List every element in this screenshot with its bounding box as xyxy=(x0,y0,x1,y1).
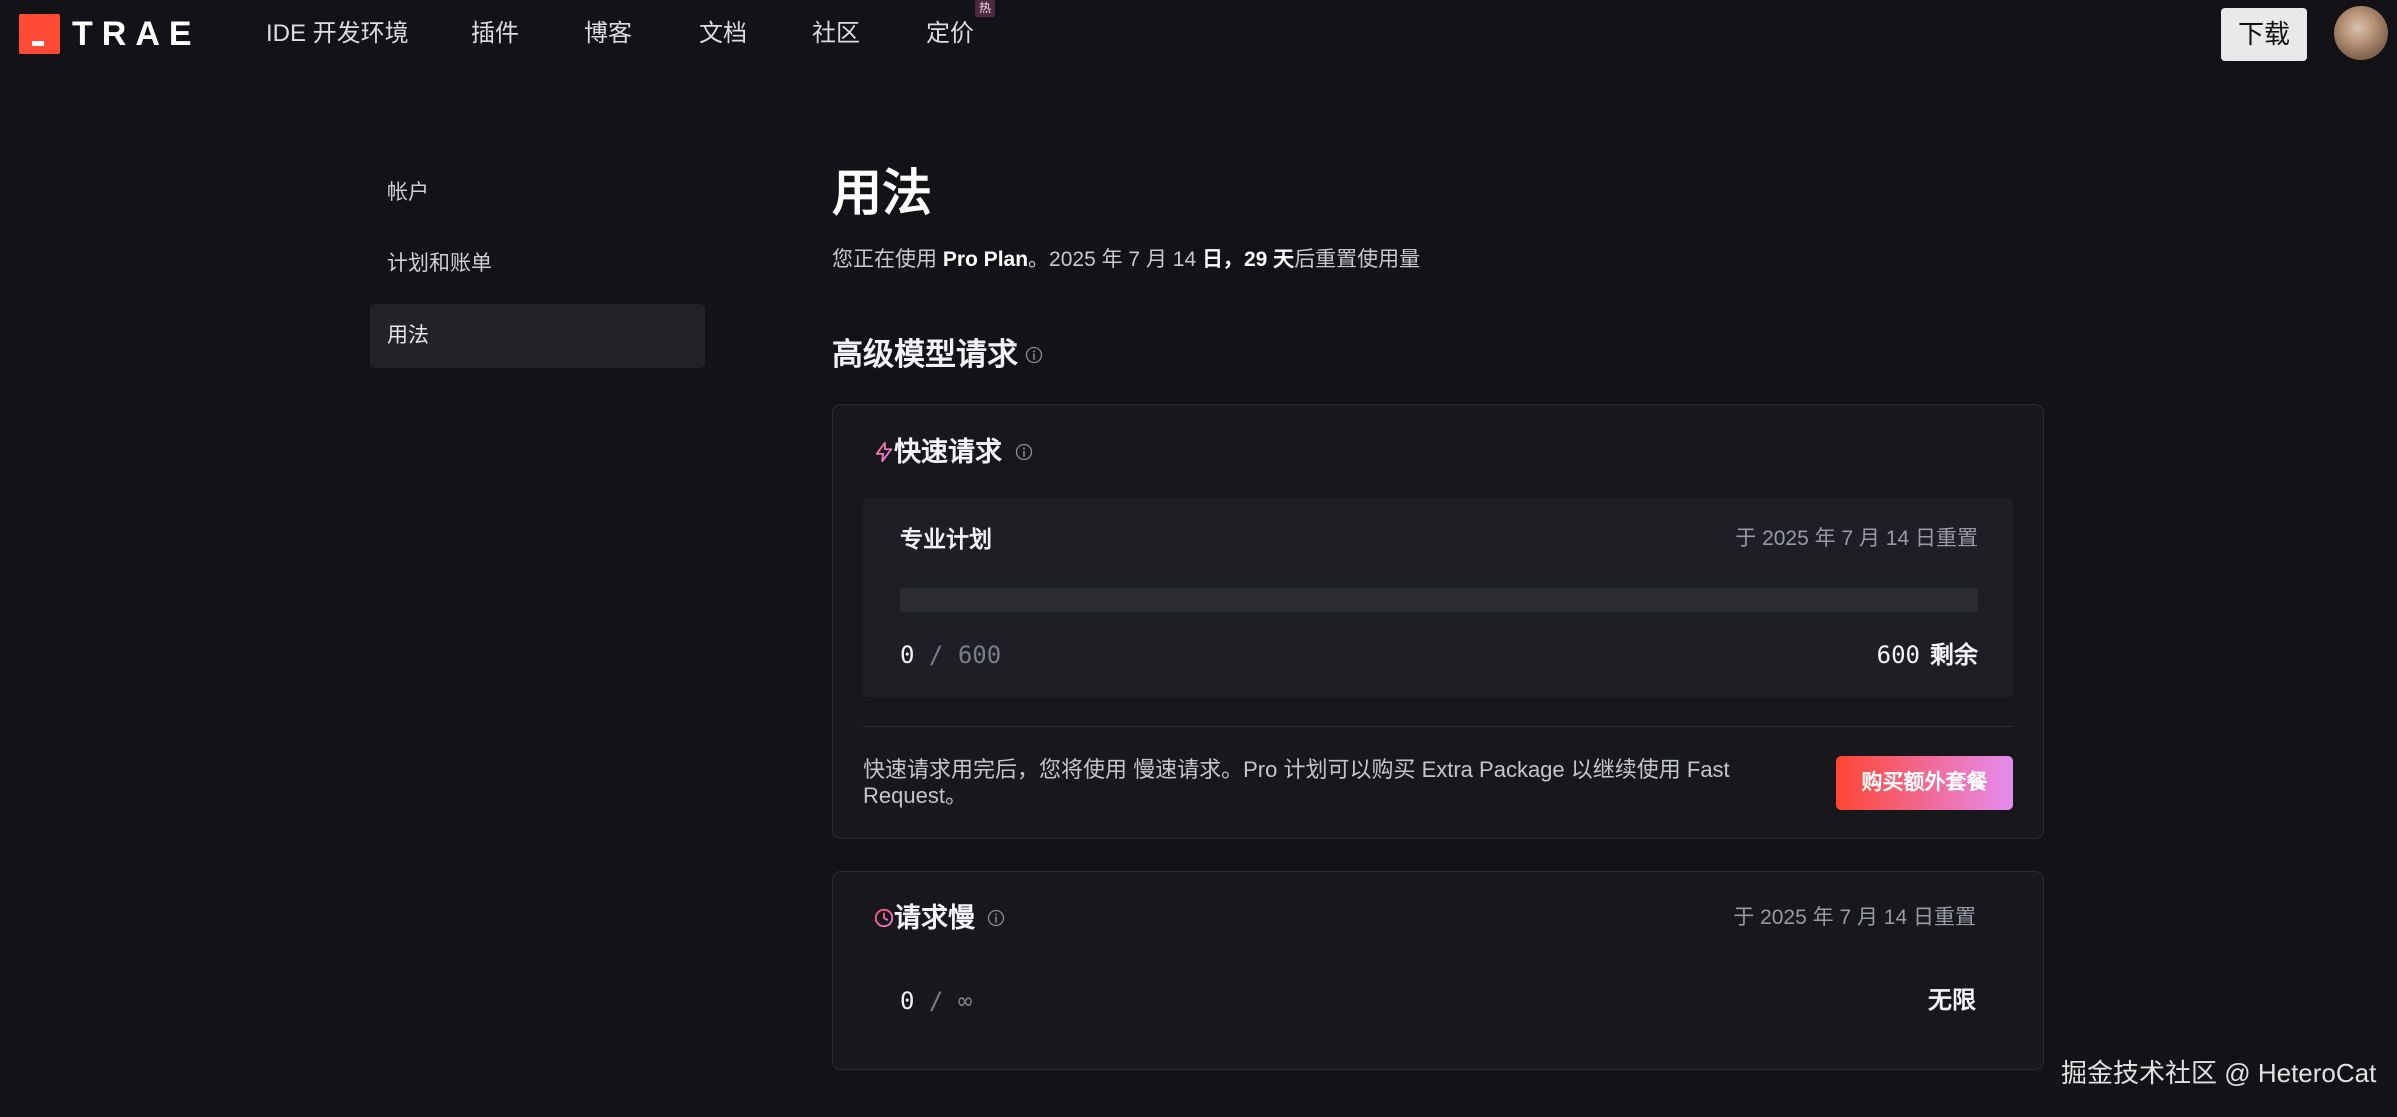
fast-request-note: 快速请求用完后，您将使用 慢速请求。Pro 计划可以购买 Extra Packa… xyxy=(863,757,1730,808)
plan-summary: 您正在使用 Pro Plan。2025 年 7 月 14 日，29 天后重置使用… xyxy=(832,247,1420,273)
sidebar-item-account[interactable]: 帐户 xyxy=(370,161,705,225)
usage-count: 0 / ∞ xyxy=(900,986,972,1016)
watermark: 掘金技术社区 @ HeteroCat xyxy=(2061,1058,2377,1088)
trae-logo-mark[interactable] xyxy=(19,14,60,54)
remaining-label: 剩余 xyxy=(1930,642,1978,669)
nav-ide[interactable]: IDE 开发环境 xyxy=(266,0,409,67)
hot-badge: 热 xyxy=(975,0,995,17)
nav-pricing[interactable]: 定价 xyxy=(926,0,974,67)
info-icon[interactable] xyxy=(986,908,1006,928)
usage-count: 0 / 600 xyxy=(900,640,1001,670)
nav-plugins[interactable]: 插件 xyxy=(471,0,519,67)
sidebar-item-plans-billing[interactable]: 计划和账单 xyxy=(370,232,705,296)
user-avatar[interactable] xyxy=(2334,6,2388,60)
unlimited-status: 无限 xyxy=(1928,987,1976,1014)
download-button[interactable]: 下载 xyxy=(2221,8,2307,61)
count-separator: / xyxy=(928,641,944,669)
page-title: 用法 xyxy=(832,165,932,221)
clock-icon xyxy=(874,908,894,928)
fast-request-card: 快速请求 专业计划 于 2025 年 7 月 14 日重置 0 / 600 60… xyxy=(832,404,2044,839)
buy-extra-package-button[interactable]: 购买额外套餐 xyxy=(1836,756,2013,810)
limit-count: ∞ xyxy=(957,987,973,1015)
used-count: 0 xyxy=(900,641,915,669)
reset-date: 于 2025 年 7 月 14 日重置 xyxy=(1733,906,1976,929)
remaining-count: 600 剩余 xyxy=(1877,640,1978,671)
reset-date: 于 2025 年 7 月 14 日重置 xyxy=(1735,527,1978,550)
info-icon[interactable] xyxy=(1014,442,1034,462)
count-separator: / xyxy=(928,987,944,1015)
pro-plan-usage-panel: 专业计划 于 2025 年 7 月 14 日重置 0 / 600 600 剩余 xyxy=(863,498,2013,697)
remaining-value: 600 xyxy=(1876,641,1920,669)
top-nav-bar: TRAE IDE 开发环境 插件 博客 文档 社区 定价 热 下载 xyxy=(0,0,2397,67)
slow-request-title: 请求慢 xyxy=(894,903,975,933)
summary-prefix: 您正在使用 xyxy=(832,248,943,271)
sidebar-item-usage[interactable]: 用法 xyxy=(370,304,705,368)
summary-suffix: 后重置使用量 xyxy=(1294,248,1421,271)
usage-progress-bar xyxy=(900,588,1978,612)
trae-logo-text[interactable]: TRAE xyxy=(72,14,201,54)
nav-community[interactable]: 社区 xyxy=(812,0,860,67)
summary-days: 日，29 天 xyxy=(1201,248,1295,271)
nav-docs[interactable]: 文档 xyxy=(699,0,747,67)
limit-count: 600 xyxy=(957,641,1002,669)
plan-label: 专业计划 xyxy=(900,526,992,552)
fast-request-title: 快速请求 xyxy=(894,437,1002,467)
plan-name: Pro Plan xyxy=(942,248,1029,271)
lightning-icon xyxy=(875,441,893,463)
divider xyxy=(863,726,2013,727)
slow-request-card: 请求慢 于 2025 年 7 月 14 日重置 0 / ∞ 无限 xyxy=(832,871,2044,1070)
summary-date: 。2025 年 7 月 14 xyxy=(1028,248,1202,271)
used-count: 0 xyxy=(900,987,915,1015)
section-title-premium-requests: 高级模型请求 xyxy=(832,337,1018,372)
info-icon[interactable] xyxy=(1024,345,1044,365)
nav-blog[interactable]: 博客 xyxy=(584,0,632,67)
